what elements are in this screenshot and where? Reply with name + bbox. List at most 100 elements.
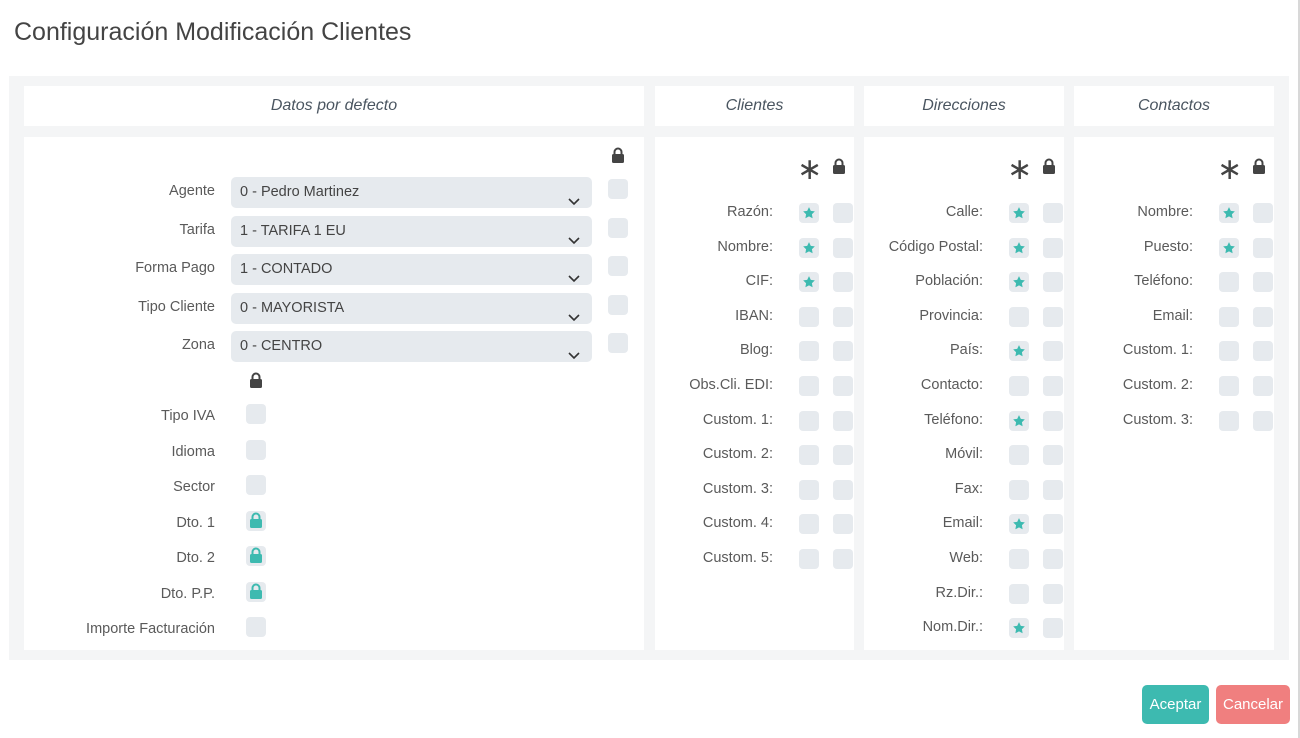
- field-label: Población:: [915, 273, 983, 290]
- lock-checkbox[interactable]: [246, 617, 266, 637]
- required-checkbox[interactable]: [1009, 445, 1029, 466]
- lock-checkbox[interactable]: [833, 272, 853, 293]
- accept-button[interactable]: Aceptar: [1142, 685, 1209, 724]
- required-checkbox[interactable]: [1219, 410, 1239, 431]
- dropdown-forma-pago[interactable]: 1 - CONTADO: [231, 254, 592, 285]
- field-label: Custom. 5:: [702, 550, 773, 566]
- required-checkbox[interactable]: [1009, 341, 1029, 362]
- lock-checkbox[interactable]: [833, 445, 853, 466]
- lock-checkbox[interactable]: [1043, 341, 1063, 362]
- lock-checkbox[interactable]: [1253, 306, 1273, 327]
- field-label: Web:: [949, 550, 983, 566]
- required-checkbox[interactable]: [799, 514, 819, 535]
- lock-checkbox[interactable]: [246, 475, 266, 495]
- required-checkbox[interactable]: [1009, 549, 1029, 569]
- lock-checkbox[interactable]: [1043, 479, 1063, 500]
- lock-checkbox[interactable]: [1043, 583, 1063, 604]
- lock-checkbox[interactable]: [1043, 237, 1063, 258]
- lock-checkbox[interactable]: [608, 217, 628, 238]
- lock-checkbox[interactable]: [833, 341, 853, 362]
- lock-icon: [1042, 158, 1056, 179]
- lock-checkbox[interactable]: [1253, 410, 1273, 431]
- required-checkbox[interactable]: [1219, 376, 1239, 396]
- lock-checkbox[interactable]: [1253, 341, 1273, 362]
- lock-checkbox[interactable]: [608, 294, 628, 315]
- required-checkbox[interactable]: [799, 376, 819, 396]
- field-label: Custom. 4:: [702, 515, 773, 532]
- required-checkbox[interactable]: [799, 479, 819, 500]
- required-checkbox[interactable]: [1219, 341, 1239, 362]
- lock-checkbox[interactable]: [246, 546, 266, 566]
- lock-checkbox[interactable]: [1043, 514, 1063, 535]
- required-checkbox[interactable]: [1009, 618, 1029, 639]
- required-checkbox[interactable]: [1009, 203, 1029, 223]
- field-label: Teléfono:: [1134, 273, 1193, 290]
- header-clientes: Clientes: [655, 86, 854, 126]
- select-label: Tarifa: [179, 221, 215, 238]
- lock-checkbox[interactable]: [1043, 445, 1063, 466]
- lock-checkbox[interactable]: [833, 410, 853, 431]
- required-checkbox[interactable]: [799, 410, 819, 431]
- dropdown-tipo-cliente[interactable]: 0 - MAYORISTA: [231, 292, 592, 324]
- lock-checkbox[interactable]: [1043, 549, 1063, 569]
- lock-checkbox[interactable]: [1043, 203, 1063, 223]
- dropdown-agente[interactable]: 0 - Pedro Martinez: [231, 177, 592, 208]
- lock-checkbox[interactable]: [1253, 376, 1273, 396]
- dropdown-zona[interactable]: 0 - CENTRO: [231, 331, 592, 362]
- lock-checkbox[interactable]: [1043, 618, 1063, 639]
- lock-checkbox[interactable]: [608, 256, 628, 276]
- cancel-button[interactable]: Cancelar: [1216, 685, 1290, 724]
- lock-checkbox[interactable]: [1253, 237, 1273, 258]
- lock-checkbox[interactable]: [1043, 306, 1063, 327]
- lock-checkbox[interactable]: [833, 549, 853, 569]
- lock-checkbox[interactable]: [1043, 376, 1063, 396]
- required-checkbox[interactable]: [1009, 514, 1029, 535]
- required-checkbox[interactable]: [799, 341, 819, 362]
- lock-icon: [611, 147, 625, 168]
- dropdown-value: 0 - MAYORISTA: [240, 299, 345, 316]
- required-checkbox[interactable]: [799, 306, 819, 327]
- lock-checkbox[interactable]: [833, 306, 853, 327]
- lock-checkbox[interactable]: [1043, 272, 1063, 293]
- field-label: Tipo IVA: [161, 408, 215, 424]
- lock-checkbox[interactable]: [246, 581, 266, 602]
- required-checkbox[interactable]: [1219, 203, 1239, 223]
- required-checkbox[interactable]: [799, 549, 819, 569]
- field-label: Razón:: [727, 204, 773, 220]
- required-checkbox[interactable]: [1009, 479, 1029, 500]
- lock-checkbox[interactable]: [1253, 203, 1273, 223]
- lock-checkbox[interactable]: [833, 237, 853, 258]
- required-checkbox[interactable]: [799, 237, 819, 258]
- lock-checkbox[interactable]: [246, 510, 266, 531]
- required-checkbox[interactable]: [1009, 410, 1029, 431]
- required-checkbox[interactable]: [799, 203, 819, 223]
- lock-checkbox[interactable]: [1253, 272, 1273, 293]
- lock-checkbox[interactable]: [246, 439, 266, 460]
- required-checkbox[interactable]: [1009, 237, 1029, 258]
- lock-checkbox[interactable]: [833, 514, 853, 535]
- required-checkbox[interactable]: [1009, 306, 1029, 327]
- required-checkbox[interactable]: [1009, 272, 1029, 293]
- lock-checkbox[interactable]: [833, 203, 853, 223]
- lock-checkbox[interactable]: [608, 179, 628, 199]
- field-label: Móvil:: [945, 446, 983, 463]
- field-label: Nombre:: [717, 238, 773, 255]
- dropdown-value: 1 - TARIFA 1 EU: [240, 222, 346, 239]
- select-label: Forma Pago: [135, 260, 215, 276]
- required-checkbox[interactable]: [799, 272, 819, 293]
- required-checkbox[interactable]: [1009, 583, 1029, 604]
- dropdown-tarifa[interactable]: 1 - TARIFA 1 EU: [231, 215, 592, 247]
- lock-checkbox[interactable]: [608, 333, 628, 353]
- required-checkbox[interactable]: [1009, 376, 1029, 396]
- required-checkbox[interactable]: [1219, 272, 1239, 293]
- required-checkbox[interactable]: [1219, 237, 1239, 258]
- required-checkbox[interactable]: [1219, 306, 1239, 327]
- lock-checkbox[interactable]: [833, 479, 853, 500]
- lock-checkbox[interactable]: [833, 376, 853, 396]
- lock-checkbox[interactable]: [246, 404, 266, 424]
- required-checkbox[interactable]: [799, 445, 819, 466]
- dropdown-value: 0 - CENTRO: [240, 338, 323, 354]
- lock-checkbox[interactable]: [1043, 410, 1063, 431]
- field-label: Provincia:: [919, 307, 983, 324]
- required-asterisk-icon: ∗: [797, 152, 823, 187]
